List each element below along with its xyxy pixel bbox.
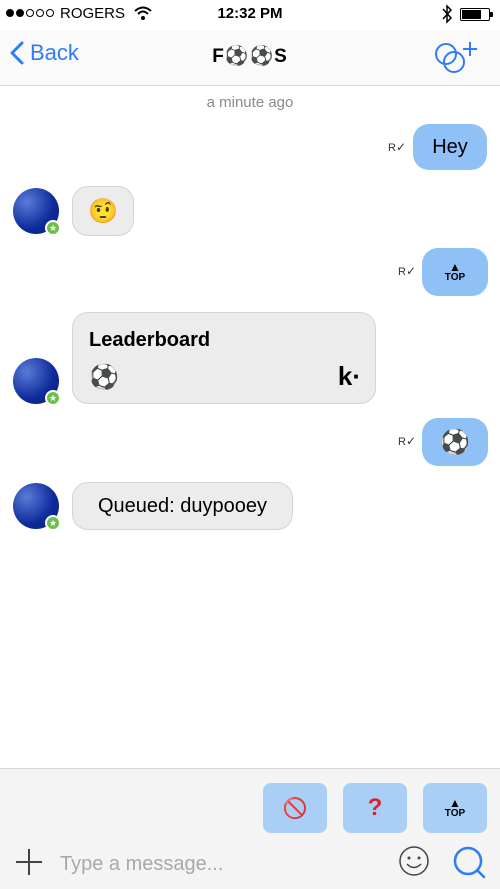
incoming-message-bubble[interactable]: 🤨 (72, 186, 134, 236)
message-timestamp: a minute ago (206, 94, 294, 111)
message-input[interactable] (60, 847, 380, 881)
read-receipt: R✓ (398, 434, 417, 448)
message-text: Hey (432, 135, 468, 158)
star-badge-icon: ★ (45, 220, 61, 236)
top-button[interactable]: ▲ TOP (423, 783, 487, 833)
outgoing-message-bubble[interactable]: Hey (413, 124, 487, 170)
search-icon[interactable] (452, 845, 486, 879)
navigation-bar: Back F⚽⚽S (0, 30, 500, 86)
no-entry-button[interactable]: 🚫 (263, 783, 327, 833)
incoming-message-bubble[interactable]: Queued: duypooey (72, 482, 293, 530)
avatar[interactable]: ★ (13, 358, 61, 406)
top-icon: ▲ TOP (444, 796, 466, 819)
chat-title: F⚽⚽S (212, 46, 288, 67)
star-badge-icon: ★ (45, 515, 61, 531)
soccer-ball-icon: ⚽ (89, 364, 119, 391)
smiley-icon[interactable] (398, 845, 430, 877)
avatar[interactable]: ★ (13, 188, 61, 236)
clock: 12:32 PM (217, 5, 283, 22)
plus-icon[interactable] (14, 847, 44, 877)
bluetooth-icon (442, 4, 453, 24)
avatar[interactable]: ★ (13, 483, 61, 531)
battery-icon (460, 8, 493, 21)
star-badge-icon: ★ (45, 390, 61, 406)
no-entry-icon: 🚫 (282, 797, 308, 820)
composer-row (0, 841, 500, 889)
add-participant-icon[interactable] (432, 38, 482, 76)
top-icon: ▲ TOP (444, 260, 466, 283)
question-button[interactable]: ? (343, 783, 407, 833)
kik-logo-icon: k· (337, 361, 361, 391)
outgoing-ball-bubble[interactable]: ⚽ (422, 418, 488, 466)
outgoing-top-bubble[interactable]: ▲ TOP (422, 248, 488, 296)
emoji-text: 🤨 (88, 197, 118, 225)
message-text: Queued: duypooey (97, 494, 268, 517)
read-receipt: R✓ (388, 140, 407, 154)
composer-area: 🚫 ? ▲ TOP (0, 768, 500, 889)
read-receipt: R✓ (398, 264, 417, 278)
leaderboard-title: Leaderboard (89, 329, 211, 351)
leaderboard-card[interactable]: Leaderboard ⚽ k· (72, 312, 376, 404)
status-bar: ROGERS 12:32 PM (0, 0, 500, 30)
soccer-ball-icon: ⚽ (440, 428, 470, 456)
question-icon: ? (367, 794, 383, 821)
